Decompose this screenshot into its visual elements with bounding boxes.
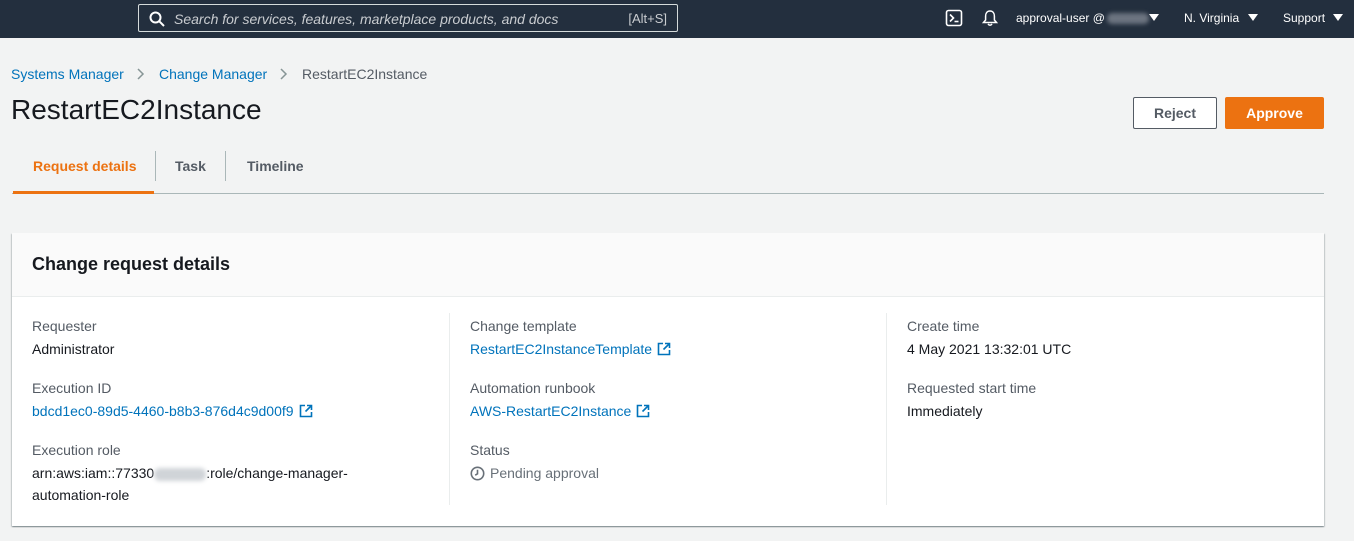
requester-label: Requester (32, 318, 97, 334)
search-icon (149, 11, 165, 27)
status-label: Status (470, 442, 510, 458)
support-menu[interactable]: Support (1283, 11, 1325, 25)
execution-role-value-line2: automation-role (32, 487, 130, 503)
execution-role-label: Execution role (32, 442, 121, 458)
automation-runbook-value: AWS-RestartEC2Instance (470, 403, 632, 419)
column-divider (886, 313, 887, 505)
top-navigation: Search for services, features, marketpla… (0, 0, 1354, 38)
column-divider (449, 313, 450, 505)
breadcrumb-systems-manager[interactable]: Systems Manager (11, 66, 124, 82)
change-template-label: Change template (470, 318, 577, 334)
change-template-value: RestartEC2InstanceTemplate (470, 341, 653, 357)
tab-bar-border (12, 193, 1324, 194)
create-time-value: 4 May 2021 13:32:01 UTC (907, 341, 1072, 357)
execution-id-value: bdcd1ec0-89d5-4460-b8b3-876d4c9d00f9 (32, 403, 294, 419)
approve-button[interactable]: Approve (1225, 97, 1324, 129)
redacted-account-id (1106, 13, 1149, 25)
requested-start-time-label: Requested start time (907, 380, 1037, 396)
chevron-right-icon (280, 68, 288, 80)
automation-runbook-link[interactable]: AWS-RestartEC2Instance (470, 400, 650, 422)
active-tab-indicator (13, 191, 154, 194)
change-request-details-panel: Change request details Requester Adminis… (12, 233, 1324, 526)
automation-runbook-label: Automation runbook (470, 380, 596, 396)
breadcrumb-change-manager[interactable]: Change Manager (159, 66, 267, 82)
execution-role-prefix: arn:aws:iam::77330 (32, 465, 155, 481)
search-input[interactable]: Search for services, features, marketpla… (138, 4, 678, 32)
account-menu[interactable]: approval-user @ (1016, 11, 1149, 25)
create-time-label: Create time (907, 318, 980, 334)
breadcrumb-current: RestartEC2Instance (302, 66, 428, 82)
reject-button[interactable]: Reject (1133, 97, 1217, 129)
tab-divider (155, 151, 156, 181)
region-caret-icon[interactable] (1248, 14, 1258, 21)
search-shortcut: [Alt+S] (628, 11, 667, 26)
external-link-icon (657, 342, 671, 356)
tab-divider (225, 151, 226, 181)
cloudshell-icon[interactable] (945, 9, 963, 27)
external-link-icon (637, 404, 650, 418)
account-name: approval-user @ (1016, 11, 1105, 25)
tab-timeline[interactable]: Timeline (247, 158, 304, 174)
requester-value: Administrator (32, 341, 115, 357)
clock-icon (470, 466, 485, 481)
status-value: Pending approval (490, 465, 599, 481)
status-indicator: Pending approval (470, 462, 599, 484)
panel-title: Change request details (32, 254, 231, 274)
tab-task[interactable]: Task (175, 158, 206, 174)
page-title: RestartEC2Instance (11, 94, 262, 125)
tab-request-details[interactable]: Request details (33, 158, 136, 174)
support-caret-icon[interactable] (1333, 14, 1343, 21)
execution-role-suffix: :role/change-manager- (206, 465, 348, 481)
panel-header: Change request details (12, 233, 1324, 297)
region-menu[interactable]: N. Virginia (1184, 11, 1239, 25)
requested-start-time-value: Immediately (907, 403, 983, 419)
bell-icon[interactable] (981, 9, 999, 27)
execution-role-value: arn:aws:iam::77330 :role/change-manager- (32, 462, 348, 484)
execution-id-link[interactable]: bdcd1ec0-89d5-4460-b8b3-876d4c9d00f9 (32, 400, 313, 422)
execution-id-label: Execution ID (32, 380, 112, 396)
redacted-account-id (154, 467, 207, 481)
search-placeholder: Search for services, features, marketpla… (174, 11, 559, 27)
change-template-link[interactable]: RestartEC2InstanceTemplate (470, 338, 671, 360)
chevron-right-icon (137, 68, 145, 80)
external-link-icon (299, 404, 312, 418)
account-caret-icon[interactable] (1149, 14, 1159, 21)
